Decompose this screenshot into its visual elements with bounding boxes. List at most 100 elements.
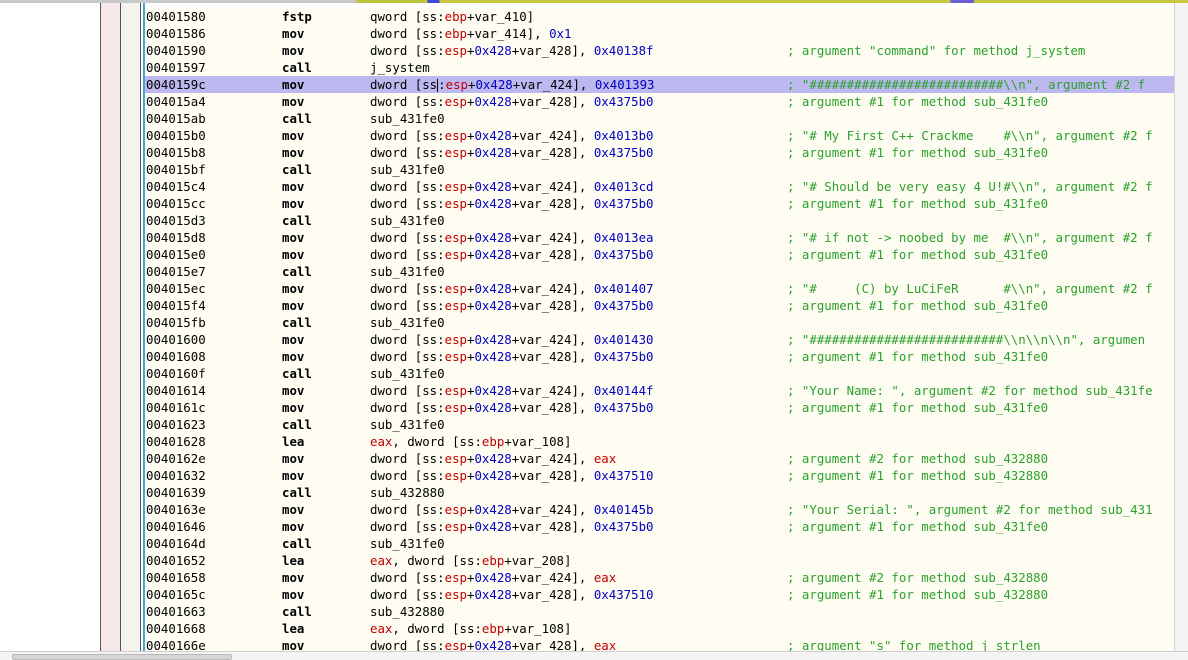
instruction-operands[interactable]: dword [ss:esp+0x428+var_424], 0x401393 [370, 76, 655, 93]
register-token[interactable]: esp [445, 43, 467, 58]
operand-token[interactable]: , dword [ss: [392, 553, 482, 568]
instruction-address[interactable]: 00401668 [146, 620, 206, 637]
instruction-row[interactable]: 0040165c mov dword [ss:esp+0x428+var_428],… [145, 586, 1174, 603]
instruction-mnemonic[interactable]: mov [282, 195, 304, 212]
register-token[interactable]: esp [445, 196, 467, 211]
operand-token[interactable]: +var_424], [512, 332, 594, 347]
instruction-operands[interactable]: dword [ss:esp+0x428+var_424], 0x4013cd [370, 178, 654, 195]
instruction-row[interactable]: 00401632 mov dword [ss:esp+0x428+var_428],… [145, 467, 1174, 484]
number-token[interactable]: 0x1 [549, 26, 571, 41]
instruction-mnemonic[interactable]: mov [282, 518, 304, 535]
instruction-mnemonic[interactable]: mov [282, 501, 304, 518]
operand-token[interactable]: dword [ss: [370, 179, 445, 194]
number-token[interactable]: 0x428 [475, 77, 512, 92]
number-token[interactable]: 0x428 [474, 332, 511, 347]
instruction-row[interactable]: 00401597 call j_system [145, 59, 1174, 76]
instruction-address[interactable]: 00401608 [146, 348, 206, 365]
instruction-row[interactable]: 004015ab call sub_431fe0 [145, 110, 1174, 127]
instruction-mnemonic[interactable]: mov [282, 76, 304, 93]
operand-token[interactable]: +var_424], [512, 179, 594, 194]
operand-token[interactable]: dword [ss: [370, 451, 445, 466]
instruction-row[interactable]: 00401580 fstp qword [ss:ebp+var_410] [145, 8, 1174, 25]
instruction-row[interactable]: 004015b0 mov dword [ss:esp+0x428+var_424],… [145, 127, 1174, 144]
number-token[interactable]: 0x401407 [594, 281, 654, 296]
operand-token[interactable]: sub_431fe0 [370, 162, 445, 177]
instruction-mnemonic[interactable]: mov [282, 25, 304, 42]
instruction-row[interactable]: 004015cc mov dword [ss:esp+0x428+var_428],… [145, 195, 1174, 212]
operand-token[interactable]: dword [ss: [370, 349, 445, 364]
instruction-address[interactable]: 0040160f [146, 365, 206, 382]
operand-token[interactable]: sub_431fe0 [370, 213, 445, 228]
instruction-row[interactable]: 0040160f call sub_431fe0 [145, 365, 1174, 382]
operand-token[interactable]: +var_424], [512, 502, 594, 517]
register-token[interactable]: eax [594, 570, 616, 585]
horizontal-scrollbar-thumb[interactable] [12, 654, 232, 660]
register-token[interactable]: eax [370, 434, 392, 449]
instruction-row[interactable]: 004015fb call sub_431fe0 [145, 314, 1174, 331]
number-token[interactable]: 0x40138f [594, 43, 654, 58]
number-token[interactable]: 0x428 [474, 94, 511, 109]
instruction-mnemonic[interactable]: call [282, 484, 312, 501]
instruction-operands[interactable]: eax, dword [ss:ebp+var_108] [370, 433, 571, 450]
instruction-operands[interactable]: dword [ss:esp+0x428+var_424], 0x40144f [370, 382, 654, 399]
operand-token[interactable]: dword [ss: [370, 638, 445, 651]
number-token[interactable]: 0x4375b0 [594, 400, 654, 415]
instruction-row[interactable]: 004015bf call sub_431fe0 [145, 161, 1174, 178]
register-token[interactable]: esp [445, 519, 467, 534]
number-token[interactable]: 0x428 [474, 570, 511, 585]
instruction-address[interactable]: 004015e7 [146, 263, 206, 280]
instruction-row[interactable]: 00401590 mov dword [ss:esp+0x428+var_428],… [145, 42, 1174, 59]
instruction-mnemonic[interactable]: lea [282, 620, 304, 637]
register-token[interactable]: esp [445, 145, 467, 160]
instruction-address[interactable]: 00401628 [146, 433, 206, 450]
number-token[interactable]: 0x40144f [594, 383, 654, 398]
instruction-address[interactable]: 00401600 [146, 331, 206, 348]
instruction-operands[interactable]: sub_432880 [370, 484, 445, 501]
instruction-address[interactable]: 004015c4 [146, 178, 206, 195]
instruction-mnemonic[interactable]: mov [282, 586, 304, 603]
number-token[interactable]: 0x428 [474, 451, 511, 466]
operand-token[interactable]: : [438, 77, 445, 92]
instruction-address[interactable]: 00401590 [146, 42, 206, 59]
register-token[interactable]: esp [445, 230, 467, 245]
instruction-address[interactable]: 004015cc [146, 195, 206, 212]
instruction-operands[interactable]: dword [ss:esp+0x428+var_428], 0x437510 [370, 467, 654, 484]
number-token[interactable]: 0x4013cd [594, 179, 654, 194]
instruction-operands[interactable]: sub_431fe0 [370, 110, 445, 127]
instruction-row[interactable]: 0040164d call sub_431fe0 [145, 535, 1174, 552]
operand-token[interactable]: +var_208] [504, 553, 571, 568]
operand-token[interactable]: sub_431fe0 [370, 536, 445, 551]
operand-token[interactable]: +var_428], [512, 468, 594, 483]
instruction-address[interactable]: 004015bf [146, 161, 206, 178]
operand-token[interactable]: +var_428], [512, 298, 594, 313]
number-token[interactable]: 0x437510 [594, 468, 654, 483]
register-token[interactable]: esp [445, 400, 467, 415]
operand-token[interactable]: sub_431fe0 [370, 264, 445, 279]
operand-token[interactable]: j_system [370, 60, 430, 75]
number-token[interactable]: 0x4375b0 [594, 247, 654, 262]
instruction-address[interactable]: 00401614 [146, 382, 206, 399]
number-token[interactable]: 0x4375b0 [594, 196, 654, 211]
breakpoint-gutter[interactable] [101, 3, 120, 651]
instruction-operands[interactable]: dword [ss:esp+0x428+var_428], 0x4375b0 [370, 399, 654, 416]
operand-token[interactable]: +var_424], [513, 77, 595, 92]
instruction-operands[interactable]: dword [ss:esp+0x428+var_424], eax [370, 569, 616, 586]
number-token[interactable]: 0x428 [474, 587, 511, 602]
instruction-address[interactable]: 00401623 [146, 416, 206, 433]
register-token[interactable]: esp [445, 94, 467, 109]
instruction-mnemonic[interactable]: call [282, 603, 312, 620]
register-token[interactable]: ebp [482, 553, 504, 568]
register-token[interactable]: esp [445, 281, 467, 296]
instruction-row[interactable]: 00401646 mov dword [ss:esp+0x428+var_428],… [145, 518, 1174, 535]
instruction-address[interactable]: 0040166e [146, 637, 206, 651]
instruction-operands[interactable]: sub_431fe0 [370, 365, 445, 382]
operand-token[interactable]: +var_414], [467, 26, 549, 41]
register-token[interactable]: esp [445, 383, 467, 398]
instruction-address[interactable]: 00401586 [146, 25, 206, 42]
instruction-row[interactable]: 00401586 mov dword [ss:ebp+var_414], 0x1 [145, 25, 1174, 42]
instruction-row-selected[interactable]: 0040159c mov dword [ss:esp+0x428+var_424],… [145, 76, 1174, 93]
number-token[interactable]: 0x428 [474, 230, 511, 245]
instruction-operands[interactable]: dword [ss:esp+0x428+var_428], 0x4375b0 [370, 246, 654, 263]
instruction-operands[interactable]: dword [ss:esp+0x428+var_428], 0x40138f [370, 42, 654, 59]
register-token[interactable]: ebp [445, 26, 467, 41]
